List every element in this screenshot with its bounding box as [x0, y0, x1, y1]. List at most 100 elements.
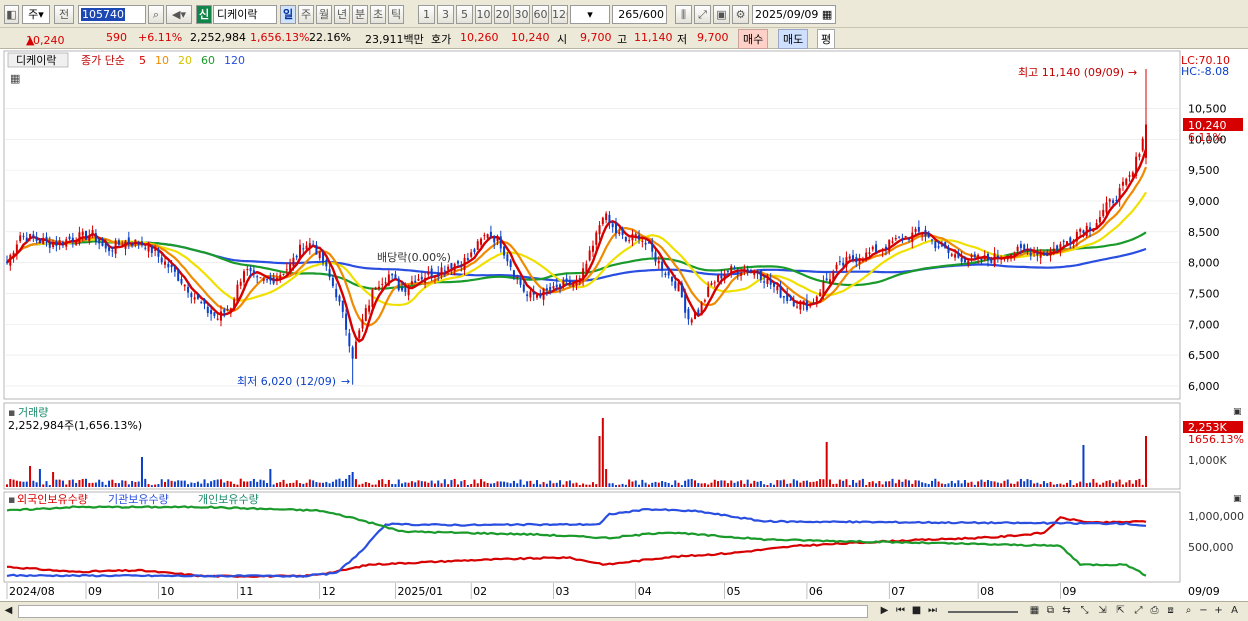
stop-icon[interactable]: ■	[910, 604, 923, 619]
candle-body	[453, 263, 456, 271]
scroll-track[interactable]	[18, 605, 868, 618]
candle-body	[911, 232, 914, 242]
fit-icon[interactable]: ⤢	[1132, 604, 1145, 619]
scroll-bar: ◀ ▶ ⏮ ■ ⏭ ▦ ⧉ ⇆ ⤡ ⇲ ⇱ ⤢ ⎙ ⧈ ⌕ − + A	[0, 601, 1248, 621]
minute-tab-2[interactable]: 5	[456, 5, 473, 24]
period-tab-5[interactable]: 초	[370, 5, 386, 24]
minute-tab-1[interactable]: 3	[437, 5, 454, 24]
volume-bar	[223, 482, 226, 487]
gear-icon[interactable]: ⚙	[732, 5, 749, 24]
candle-body	[470, 252, 473, 257]
volume-bar	[1003, 480, 1006, 487]
period-tab-2[interactable]: 월	[316, 5, 332, 24]
period-tab-3[interactable]: 년	[334, 5, 350, 24]
buy-button[interactable]: 매수	[738, 29, 769, 49]
chart-area[interactable]: 6,000 6,500 7,000 7,500 8,000 8,500 9,000 9,500…	[0, 49, 1248, 621]
volume-bar	[503, 481, 506, 487]
date-field[interactable]: 2025/09/09 ▦	[752, 5, 836, 24]
minute-tab-4[interactable]: 20	[494, 5, 511, 24]
volume-bar	[348, 475, 351, 487]
candle-body	[266, 279, 269, 281]
scroll-right-icon[interactable]: ▶	[878, 604, 891, 619]
stock-chart[interactable]: 6,000 6,500 7,000 7,500 8,000 8,500 9,000 9,500…	[0, 49, 1248, 601]
volume-bar	[845, 479, 848, 487]
font-size-icon[interactable]: A	[1228, 604, 1241, 619]
candle-body	[58, 240, 61, 245]
candle-body	[1085, 225, 1088, 236]
zoom-out-icon[interactable]: −	[1197, 604, 1210, 619]
volume-bar	[749, 483, 752, 487]
candle-body	[1079, 229, 1082, 232]
save-icon[interactable]: ▣	[713, 5, 730, 24]
volume-bar	[117, 483, 120, 487]
window-icon[interactable]: ◧	[4, 5, 19, 24]
line-tool-icon[interactable]: ⤢	[694, 5, 711, 24]
compare-icon[interactable]: ⇆	[1060, 604, 1073, 619]
zoom-fit-icon[interactable]: ⤡	[1078, 604, 1091, 619]
volume-close-icon[interactable]: ▣	[1233, 407, 1242, 417]
speaker-icon[interactable]: ◀▾	[166, 5, 192, 24]
period-tab-6[interactable]: 틱	[388, 5, 404, 24]
minute-tab-6[interactable]: 60	[532, 5, 549, 24]
period-tab-0[interactable]: 일	[280, 5, 296, 24]
count-field[interactable]: 265/600	[612, 5, 667, 24]
prev-button[interactable]: 전	[54, 5, 74, 24]
candle-body	[315, 244, 318, 255]
candle-body	[410, 281, 413, 285]
volume-bar	[71, 479, 74, 487]
zoom-slider[interactable]	[948, 611, 1018, 613]
candle-body	[763, 281, 766, 283]
volume-bar	[743, 483, 746, 487]
expand-icon[interactable]: ⇲	[1096, 604, 1109, 619]
table-icon[interactable]: ▦	[10, 72, 20, 85]
volume-bar	[466, 485, 469, 487]
minute-tab-0[interactable]: 1	[418, 5, 435, 24]
candle-body	[397, 278, 400, 291]
search-icon[interactable]: ⌕	[148, 5, 164, 24]
volume-bar	[730, 480, 733, 487]
capture-icon[interactable]: ⧈	[1164, 604, 1177, 619]
minute-tab-7[interactable]: 120	[551, 5, 568, 24]
price-change: 590	[106, 31, 127, 44]
chart-type-icon[interactable]: ⫼	[675, 5, 692, 24]
copy-icon[interactable]: ⧉	[1044, 604, 1057, 619]
volume-bar	[661, 480, 664, 487]
volume-bar	[539, 484, 542, 487]
volume-bar	[828, 479, 831, 487]
volume-bar	[960, 483, 963, 487]
scroll-left-icon[interactable]: ◀	[2, 604, 15, 619]
print-icon[interactable]: ⎙	[1148, 604, 1161, 619]
grid-icon[interactable]: ▦	[1028, 604, 1041, 619]
minute-tab-3[interactable]: 10	[475, 5, 492, 24]
play-fwd-icon[interactable]: ⏭	[926, 604, 939, 619]
market-select[interactable]: 주▾	[22, 5, 50, 24]
sell-button[interactable]: 매도	[778, 29, 809, 49]
candle-body	[246, 269, 249, 271]
volume-bar	[55, 479, 58, 487]
interval-select[interactable]: ▾	[570, 5, 610, 24]
volume-bar	[657, 482, 660, 487]
volume-bar	[81, 478, 84, 487]
avg-button[interactable]: 평	[817, 29, 836, 49]
minute-tab-5[interactable]: 30	[513, 5, 530, 24]
period-tab-4[interactable]: 분	[352, 5, 368, 24]
period-tab-1[interactable]: 주	[298, 5, 314, 24]
candle-body	[157, 250, 160, 257]
stock-name-field[interactable]: 디케이락	[213, 5, 277, 24]
holding-close-icon[interactable]: ▣	[1233, 494, 1242, 504]
volume-bar	[279, 482, 282, 487]
candle-body	[147, 242, 150, 252]
volume-bar	[377, 480, 380, 487]
shrink-icon[interactable]: ⇱	[1114, 604, 1127, 619]
zoom-in-icon[interactable]: +	[1212, 604, 1225, 619]
volume-bar	[552, 483, 555, 487]
volume-bar	[842, 480, 845, 487]
volume-bar	[262, 480, 265, 487]
volume-bar	[736, 481, 739, 487]
magnify-icon[interactable]: ⌕	[1182, 604, 1195, 619]
candle-body	[539, 294, 542, 298]
candle-body	[618, 232, 621, 235]
code-input[interactable]: 105740	[78, 5, 146, 24]
play-back-icon[interactable]: ⏮	[894, 604, 907, 619]
indicator-label: 종가 단순	[81, 54, 125, 67]
